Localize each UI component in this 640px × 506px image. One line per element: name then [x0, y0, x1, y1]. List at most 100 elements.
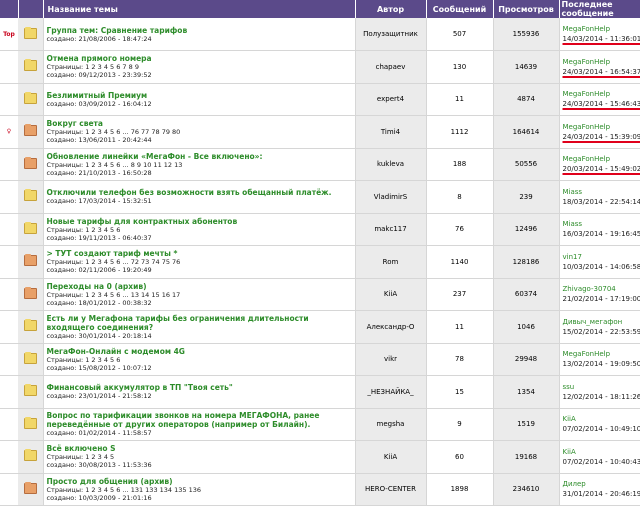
- topic-last-post: MegaFonHelp 24/03/2014 - 15:39:09: [558, 115, 640, 149]
- last-post-user[interactable]: MegaFonHelp: [563, 24, 638, 34]
- last-post-user[interactable]: ssu: [563, 382, 638, 392]
- table-row: Просто для общения (архив) Страницы: 1 2 …: [0, 473, 640, 506]
- topic-title-link[interactable]: Безлимитный Премиум: [47, 91, 352, 100]
- topic-author[interactable]: KiiA: [354, 440, 426, 474]
- last-post-date[interactable]: 24/03/2014 - 16:54:37: [563, 67, 640, 77]
- topic-last-post: Дилер 31/01/2014 - 20:46:19: [558, 473, 640, 506]
- topic-title-cell: МегаФон-Онлайн с модемом 4G Страницы: 1 2…: [42, 343, 355, 376]
- topic-title-link[interactable]: Просто для общения (архив): [47, 477, 352, 486]
- last-post-user[interactable]: MegaFonHelp: [563, 57, 638, 67]
- topic-author[interactable]: kukleva: [354, 148, 426, 181]
- header-author[interactable]: Автор: [355, 0, 427, 18]
- header-messages[interactable]: Сообщений: [426, 0, 494, 18]
- topic-pages[interactable]: Страницы: 1 2 3 4 5 6: [47, 356, 352, 364]
- last-post-user[interactable]: Zhivago-30704: [563, 284, 638, 294]
- folder-icon: [23, 91, 37, 104]
- last-post-date[interactable]: 07/02/2014 - 10:49:10: [563, 424, 640, 434]
- topic-created: создано: 03/09/2012 - 16:04:12: [46, 99, 152, 108]
- topic-title-link[interactable]: Финансовый аккумулятор в ТП "Твоя сеть": [47, 383, 352, 392]
- topic-author[interactable]: megsha: [354, 408, 426, 441]
- topic-views: 29948: [492, 343, 559, 376]
- topic-pages[interactable]: Страницы: 1 2 3 4 5 6 ... 13 14 15 16 17: [47, 291, 352, 299]
- last-post-date[interactable]: 07/02/2014 - 10:40:43: [563, 457, 640, 467]
- last-post-user[interactable]: KiiA: [563, 447, 638, 457]
- topic-created: создано: 30/01/2014 - 20:18:14: [46, 331, 152, 340]
- topic-author[interactable]: chapaev: [354, 50, 426, 84]
- last-post-date[interactable]: 24/03/2014 - 15:46:43: [563, 99, 640, 109]
- topic-title-link[interactable]: Группа тем: Сравнение тарифов: [47, 26, 352, 35]
- topic-views: 4874: [492, 83, 559, 116]
- topic-pages[interactable]: Страницы: 1 2 3 4 5 6 ... 72 73 74 75 76: [47, 258, 352, 266]
- topic-author[interactable]: vikr: [354, 343, 426, 376]
- last-post-date[interactable]: 15/02/2014 - 22:53:59: [563, 327, 640, 337]
- last-post-user[interactable]: KiiA: [563, 414, 638, 424]
- topic-title-link[interactable]: Новые тарифы для контрактных абонентов: [47, 217, 352, 226]
- last-post-date[interactable]: 24/03/2014 - 15:39:09: [563, 132, 640, 142]
- topic-pages[interactable]: Страницы: 1 2 3 4 5 6: [47, 226, 352, 234]
- last-post-user[interactable]: Miass: [563, 187, 638, 197]
- header-title[interactable]: Название темы: [43, 0, 356, 18]
- topic-title-link[interactable]: Вокруг света: [47, 119, 352, 128]
- table-header: Название темы Автор Сообщений Просмотров…: [0, 0, 640, 18]
- last-post-user[interactable]: Дивыч_мегафон: [563, 317, 638, 327]
- topic-title-link[interactable]: Вопрос по тарификации звонков на номера …: [47, 411, 352, 429]
- table-row: Обновление линейки «МегаФон - Все включе…: [0, 148, 640, 181]
- topic-title-cell: Финансовый аккумулятор в ТП "Твоя сеть" с…: [42, 375, 355, 409]
- topic-author[interactable]: _НЕЗНАЙКА_: [354, 375, 426, 409]
- folder-icon: [23, 351, 37, 364]
- last-post-date[interactable]: 21/02/2014 - 17:19:00: [563, 294, 640, 304]
- folder-hot-icon: [23, 254, 37, 267]
- topic-author[interactable]: Александр-О: [354, 310, 426, 344]
- topic-title-link[interactable]: Есть ли у Мегафона тарифы без ограничени…: [47, 314, 352, 332]
- topic-title-link[interactable]: > ТУТ создают тариф мечты *: [47, 249, 352, 258]
- topic-author[interactable]: Полузащитник: [354, 18, 426, 51]
- topic-author[interactable]: expert4: [354, 83, 426, 116]
- last-post-user[interactable]: Miass: [563, 219, 638, 229]
- topic-icon-cell: [18, 245, 43, 279]
- topic-messages: 8: [425, 180, 493, 214]
- topic-author[interactable]: HERO-CENTER: [354, 473, 426, 506]
- last-post-date[interactable]: 13/02/2014 - 19:09:50: [563, 359, 640, 369]
- last-post-date[interactable]: 16/03/2014 - 19:16:45: [563, 229, 640, 239]
- topic-author[interactable]: makc117: [354, 213, 426, 246]
- topic-mark-label: Top: [3, 30, 15, 38]
- last-post-user[interactable]: Дилер: [563, 479, 638, 489]
- topic-mark: [0, 310, 18, 344]
- topic-mark: [0, 343, 18, 376]
- topic-title-cell: Есть ли у Мегафона тарифы без ограничени…: [42, 310, 355, 344]
- last-post-user[interactable]: MegaFonHelp: [563, 122, 638, 132]
- last-post-date[interactable]: 18/03/2014 - 22:54:14: [563, 197, 640, 207]
- topic-pages[interactable]: Страницы: 1 2 3 4 5 6 ... 76 77 78 79 80: [47, 128, 352, 136]
- table-row: Top Группа тем: Сравнение тарифов создано:…: [0, 18, 640, 51]
- header-views[interactable]: Просмотров: [493, 0, 560, 18]
- topic-pages[interactable]: Страницы: 1 2 3 4 5 6 7 8 9: [47, 63, 352, 71]
- topic-author[interactable]: KiiA: [354, 278, 426, 311]
- last-post-user[interactable]: MegaFonHelp: [563, 89, 638, 99]
- topic-title-link[interactable]: Обновление линейки «МегаФон - Все включе…: [47, 152, 352, 161]
- topic-title-cell: Отмена прямого номера Страницы: 1 2 3 4 5…: [42, 50, 355, 84]
- last-post-date[interactable]: 14/03/2014 - 11:36:01: [563, 34, 640, 44]
- last-post-date[interactable]: 12/02/2014 - 18:11:26: [563, 392, 640, 402]
- topic-author[interactable]: Timi4: [354, 115, 426, 149]
- topic-title-link[interactable]: Всё включено S: [47, 444, 352, 453]
- topic-title-link[interactable]: МегаФон-Онлайн с модемом 4G: [47, 347, 352, 356]
- topic-messages: 15: [425, 375, 493, 409]
- topic-pages[interactable]: Страницы: 1 2 3 4 5 6 ... 8 9 10 11 12 1…: [47, 161, 352, 169]
- topic-pages[interactable]: Страницы: 1 2 3 4 5 6 ... 131 133 134 13…: [47, 486, 352, 494]
- table-row: Есть ли у Мегафона тарифы без ограничени…: [0, 310, 640, 344]
- last-post-date[interactable]: 10/03/2014 - 14:06:58: [563, 262, 640, 272]
- last-post-user[interactable]: MegaFonHelp: [563, 154, 638, 164]
- topic-title-link[interactable]: Переходы на 0 (архив): [47, 282, 352, 291]
- header-last-post[interactable]: Последнее сообщение: [559, 0, 640, 18]
- topic-pages[interactable]: Страницы: 1 2 3 4 5: [47, 453, 352, 461]
- table-row: Безлимитный Премиум создано: 03/09/2012 -…: [0, 83, 640, 116]
- last-post-user[interactable]: MegaFonHelp: [563, 349, 638, 359]
- topic-author[interactable]: VladimirS: [354, 180, 426, 214]
- topic-last-post: vin17 10/03/2014 - 14:06:58: [558, 245, 640, 279]
- topic-title-link[interactable]: Отмена прямого номера: [47, 54, 352, 63]
- topic-author[interactable]: Rom: [354, 245, 426, 279]
- folder-icon: [23, 319, 37, 332]
- last-post-date[interactable]: 20/03/2014 - 15:49:02: [563, 164, 640, 174]
- last-post-user[interactable]: vin17: [563, 252, 638, 262]
- topic-title-link[interactable]: Отключили телефон без возможности взять …: [47, 188, 352, 197]
